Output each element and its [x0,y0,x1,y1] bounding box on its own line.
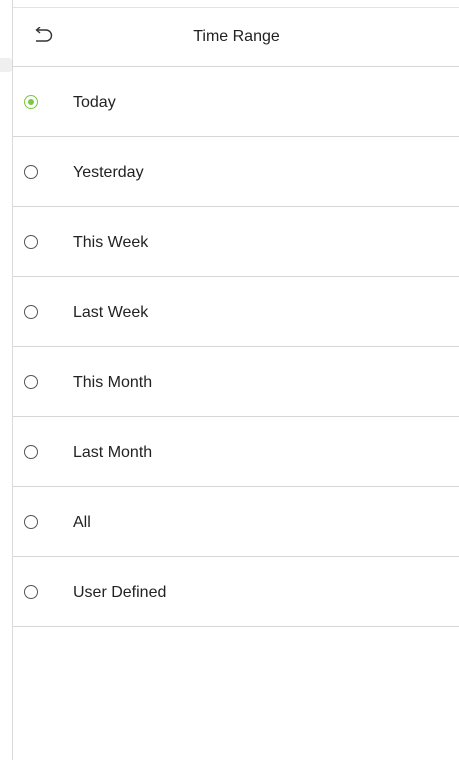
radio-button[interactable] [24,165,38,179]
option-this-week[interactable]: This Week [13,207,459,277]
radio-button[interactable] [24,445,38,459]
option-last-month[interactable]: Last Month [13,417,459,487]
title-bar: Time Range [13,7,459,67]
option-user-defined[interactable]: User Defined [13,557,459,627]
option-last-week[interactable]: Last Week [13,277,459,347]
radio-button[interactable] [24,515,38,529]
option-label: Last Month [73,444,153,461]
time-range-options: Today Yesterday This Week Last Week This… [13,67,459,627]
radio-button-selected[interactable] [24,95,38,109]
radio-button[interactable] [24,585,38,599]
radio-button[interactable] [24,235,38,249]
option-today[interactable]: Today [13,67,459,137]
option-label: Last Week [73,304,149,321]
option-this-month[interactable]: This Month [13,347,459,417]
option-yesterday[interactable]: Yesterday [13,137,459,207]
option-label: All [73,514,91,531]
time-range-screen: Time Range Today Yesterday This Week Las… [12,0,459,760]
edge-decoration [0,58,12,72]
radio-button[interactable] [24,305,38,319]
option-label: This Week [73,234,149,251]
option-label: Today [73,94,116,111]
option-all[interactable]: All [13,487,459,557]
page-title: Time Range [193,28,280,45]
option-label: User Defined [73,584,167,601]
radio-button[interactable] [24,375,38,389]
option-label: This Month [73,374,153,391]
option-label: Yesterday [73,164,144,181]
